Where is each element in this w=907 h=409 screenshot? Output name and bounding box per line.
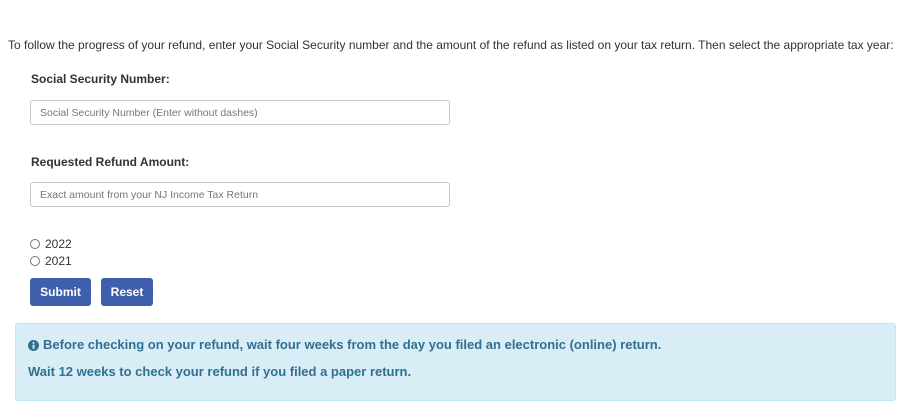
notice-line-electronic: Before checking on your refund, wait fou… <box>28 337 661 352</box>
submit-button[interactable]: Submit <box>30 278 91 306</box>
intro-text: To follow the progress of your refund, e… <box>8 38 894 52</box>
tax-year-option-2021[interactable]: 2021 <box>30 254 72 268</box>
tax-year-radio-2021[interactable] <box>30 256 40 266</box>
info-circle-icon <box>28 339 39 351</box>
reset-button[interactable]: Reset <box>101 278 153 306</box>
tax-year-option-2022[interactable]: 2022 <box>30 237 72 251</box>
tax-year-label-2021: 2021 <box>45 254 72 268</box>
refund-amount-label: Requested Refund Amount: <box>31 155 190 169</box>
ssn-label: Social Security Number: <box>31 72 170 86</box>
refund-wait-notice: Before checking on your refund, wait fou… <box>15 323 896 401</box>
ssn-input[interactable] <box>30 100 450 125</box>
tax-year-label-2022: 2022 <box>45 237 72 251</box>
notice-line1-text: Before checking on your refund, wait fou… <box>43 337 662 352</box>
notice-line-paper: Wait 12 weeks to check your refund if yo… <box>28 364 411 379</box>
notice-line2-text: Wait 12 weeks to check your refund if yo… <box>28 364 412 379</box>
refund-amount-input[interactable] <box>30 182 450 207</box>
tax-year-radio-2022[interactable] <box>30 239 40 249</box>
